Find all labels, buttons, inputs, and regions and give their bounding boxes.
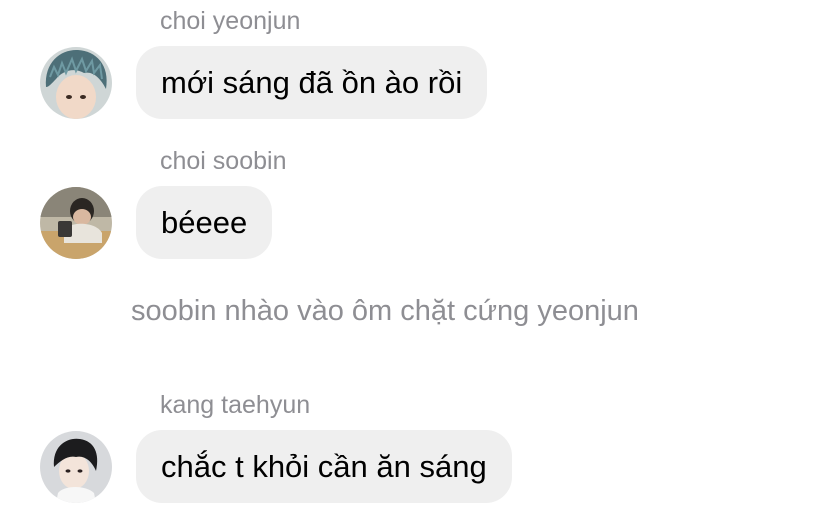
message-text: mới sáng đã ồn ào rồi (161, 64, 463, 100)
message-bubble[interactable]: béeee (136, 186, 273, 259)
sender-name: choi soobin (160, 147, 287, 175)
avatar-dark-hair-icon[interactable] (40, 431, 112, 503)
sender-name: choi yeonjun (160, 7, 301, 35)
system-message: soobin nhào vào ôm chặt cứng yeonjun (131, 295, 639, 327)
sender-name: kang taehyun (160, 391, 311, 419)
message-bubble[interactable]: mới sáng đã ồn ào rồi (136, 46, 488, 119)
avatar-photo-icon[interactable] (40, 187, 112, 259)
message-bubble[interactable]: chắc t khỏi cần ăn sáng (136, 430, 512, 503)
avatar-blue-hair-icon[interactable] (40, 47, 112, 119)
message-text: chắc t khỏi cần ăn sáng (161, 448, 487, 484)
message-text: béeee (161, 204, 248, 240)
